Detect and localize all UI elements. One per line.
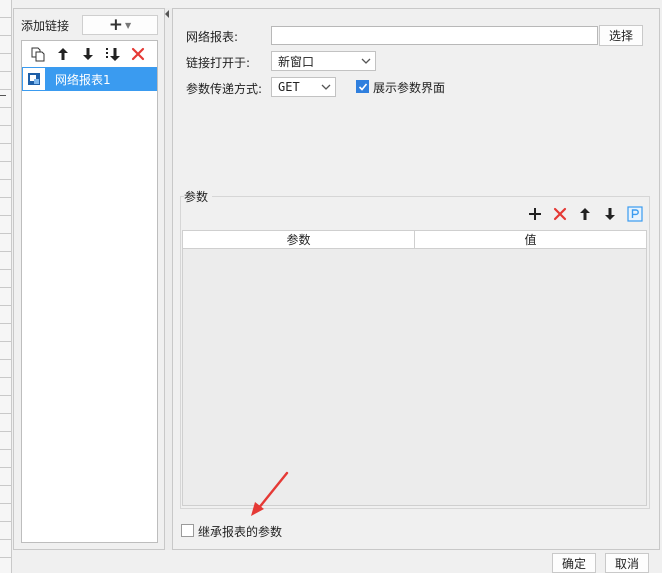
- report-label: 网络报表:: [186, 30, 239, 44]
- param-move-up-button[interactable]: [574, 203, 595, 225]
- report-input[interactable]: [271, 26, 598, 45]
- list-item-label: 网络报表1: [55, 72, 111, 87]
- copy-button[interactable]: [27, 43, 48, 65]
- link-list: [21, 40, 158, 543]
- inherit-params-checkbox[interactable]: [181, 524, 194, 537]
- arrow-up-icon: [579, 208, 590, 220]
- plus-icon: +: [108, 14, 124, 35]
- delete-icon: [131, 47, 144, 60]
- delete-icon: [553, 207, 566, 221]
- show-params-checkbox[interactable]: [356, 80, 369, 93]
- link-list-toolbar: [22, 41, 157, 66]
- inherit-params-label: 继承报表的参数: [198, 525, 283, 539]
- arrow-down-icon: [82, 47, 93, 60]
- copy-icon: [31, 47, 44, 61]
- arrow-down-icon: [604, 208, 615, 220]
- method-select[interactable]: GET: [271, 77, 336, 97]
- pane-splitter[interactable]: [165, 8, 172, 550]
- move-up-button[interactable]: [52, 43, 73, 65]
- move-bottom-button[interactable]: [102, 43, 123, 65]
- checkmark-icon: [358, 82, 367, 91]
- network-report-icon: [22, 67, 46, 91]
- column-header-param[interactable]: 参数: [183, 231, 414, 248]
- delete-param-button[interactable]: [549, 203, 570, 225]
- chevron-down-icon: ▼: [125, 20, 132, 30]
- method-label: 参数传递方式:: [186, 82, 263, 96]
- plus-icon: [528, 208, 541, 220]
- params-group-title: 参数: [184, 188, 213, 205]
- chevron-down-icon: [357, 52, 375, 70]
- arrow-up-icon: [57, 47, 68, 60]
- params-table[interactable]: [182, 230, 647, 506]
- param-p-button[interactable]: [624, 203, 645, 225]
- param-move-down-button[interactable]: [599, 203, 620, 225]
- move-to-bottom-icon: [105, 47, 120, 61]
- method-value: GET: [278, 80, 300, 94]
- params-table-header: 参数 值: [183, 231, 646, 249]
- move-down-button[interactable]: [77, 43, 98, 65]
- parameter-p-icon: [626, 206, 643, 222]
- delete-button[interactable]: [127, 43, 148, 65]
- show-params-label: 展示参数界面: [373, 81, 446, 95]
- ok-button[interactable]: 确定: [552, 553, 596, 573]
- cancel-button[interactable]: 取消: [605, 553, 649, 573]
- annotation-arrow-icon: [251, 471, 289, 516]
- column-header-value[interactable]: 值: [414, 231, 646, 248]
- ruler-marker: [0, 95, 6, 96]
- add-param-button[interactable]: [524, 203, 545, 225]
- open-in-value: 新窗口: [278, 54, 315, 69]
- open-in-label: 链接打开于:: [186, 56, 251, 70]
- list-item-network-report[interactable]: 网络报表1: [22, 67, 157, 91]
- open-in-select[interactable]: 新窗口: [271, 51, 376, 71]
- vertical-ruler: [0, 0, 12, 573]
- collapse-left-icon[interactable]: [165, 10, 169, 18]
- chevron-down-icon: [317, 78, 335, 96]
- add-link-button[interactable]: + ▼: [82, 15, 158, 35]
- add-link-label: 添加链接: [21, 19, 70, 33]
- params-toolbar: [524, 203, 645, 225]
- choose-button[interactable]: 选择: [599, 25, 643, 46]
